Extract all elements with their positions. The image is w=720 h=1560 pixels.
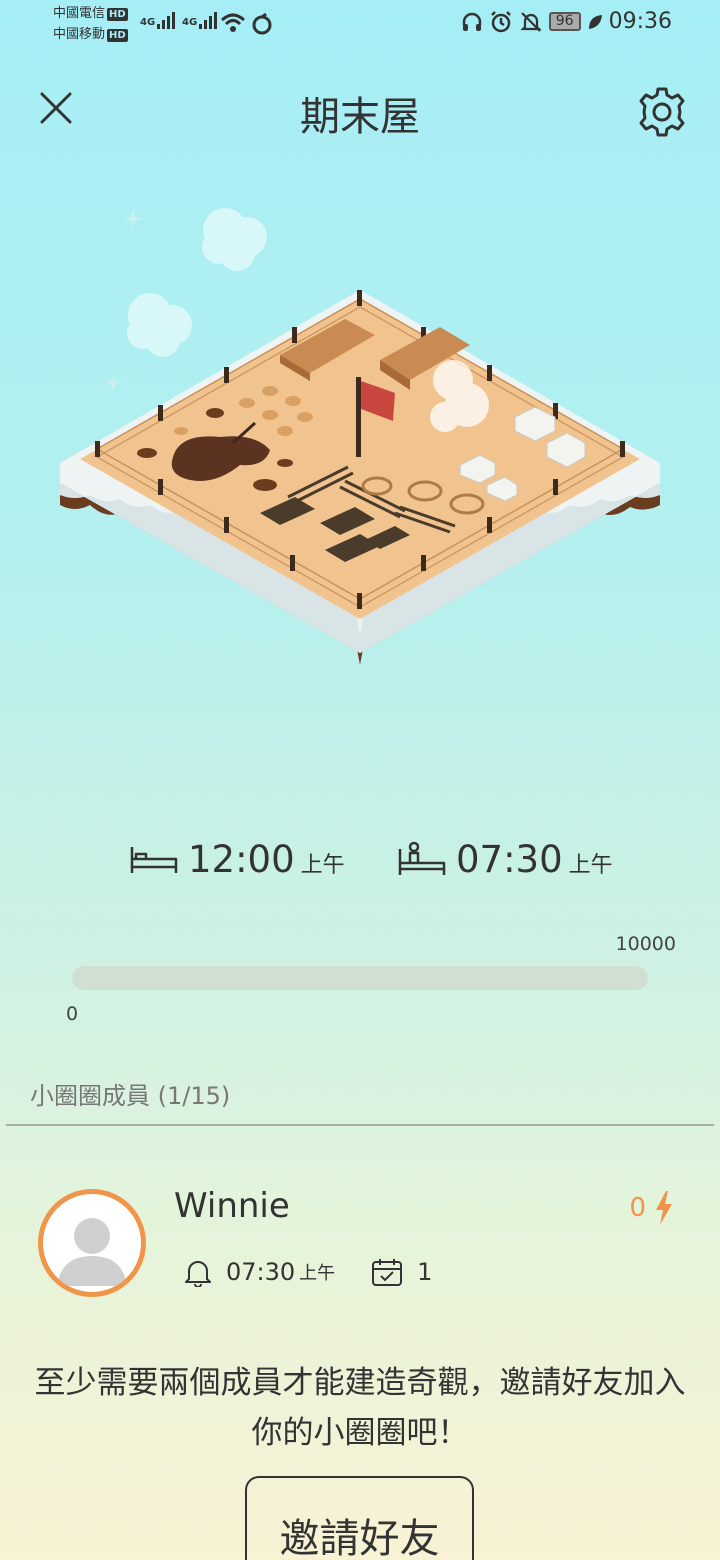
sparkle-icon: [123, 209, 143, 229]
alarm-icon: [490, 10, 511, 32]
top-bar: 期末屋: [0, 72, 720, 152]
settings-button[interactable]: [634, 84, 690, 140]
sleep-time[interactable]: 12:00 上午: [130, 838, 345, 881]
signal-icon-1: 4G: [140, 12, 177, 30]
default-avatar-icon: [57, 1218, 127, 1286]
carrier-2: 中國移動 HD: [53, 27, 128, 42]
member-alarm-time: 07:30: [226, 1258, 296, 1286]
member-meta: 07:30 上午 1: [184, 1257, 432, 1287]
cloud-decoration: [127, 208, 267, 357]
members-section-label: 小圈圈成員 (1/15): [30, 1082, 231, 1110]
clock: 09:36: [608, 9, 672, 34]
invite-message: 至少需要兩個成員才能建造奇觀，邀請好友加入你的小圈圈吧！: [34, 1365, 686, 1451]
lightning-icon: [656, 1191, 672, 1225]
member-alarm-period: 上午: [299, 1263, 336, 1284]
sparkle-icon: [105, 375, 121, 391]
page-title: 期末屋: [300, 94, 420, 140]
member-name: Winnie: [174, 1186, 290, 1226]
member-energy: 0: [629, 1191, 674, 1225]
wifi-icon: [220, 13, 246, 32]
progress-bar: [72, 966, 648, 990]
leaf-icon: [588, 14, 602, 29]
data-saver-icon: [252, 13, 272, 35]
bed-icon: [130, 846, 178, 873]
divider: [6, 1124, 714, 1126]
calendar-check-icon: [372, 1259, 403, 1286]
avatar[interactable]: [38, 1189, 146, 1297]
carrier-1: 中國電信 HD: [53, 6, 128, 21]
wake-up-icon: [398, 841, 446, 875]
progress-min-label: 0: [66, 1003, 79, 1025]
member-days: 1: [417, 1258, 433, 1286]
signal-icon-2: 4G: [182, 12, 219, 30]
schedule-times: 12:00 上午 07:30 上午: [0, 838, 720, 888]
invite-friends-button[interactable]: 邀請好友: [245, 1476, 474, 1560]
status-right: 96 09:36: [461, 9, 672, 34]
mute-icon: [520, 11, 542, 32]
status-bar: 中國電信 HD 中國移動 HD 4G 4G 96 09:36: [0, 0, 720, 50]
bell-icon: [185, 1261, 211, 1287]
wake-time[interactable]: 07:30 上午: [398, 838, 613, 881]
member-row[interactable]: Winnie 0 07:30 上午 1: [0, 1185, 720, 1300]
construction-site-illustration: [60, 208, 660, 665]
gear-icon: [639, 87, 685, 137]
progress-max-label: 10000: [615, 933, 676, 955]
energy-value: 0: [629, 1193, 646, 1223]
battery-indicator: 96: [548, 12, 581, 31]
headphones-icon: [462, 12, 482, 31]
